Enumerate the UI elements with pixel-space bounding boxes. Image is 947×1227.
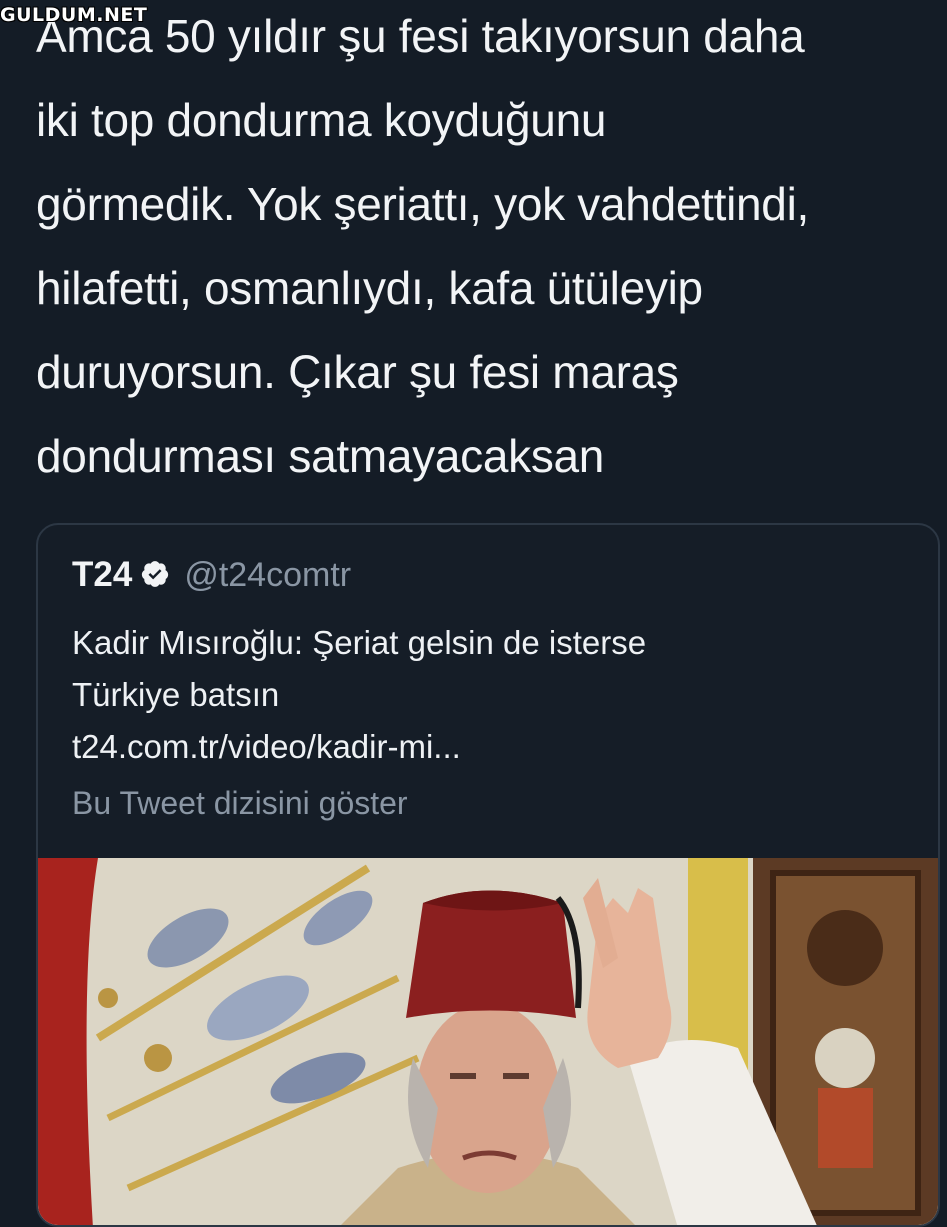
show-thread-link[interactable]: Bu Tweet dizisini göster: [72, 785, 408, 822]
quoted-link[interactable]: t24.com.tr/video/kadir-mi...: [72, 721, 912, 773]
quoted-tweet-text: Kadir Mısıroğlu: Şeriat gelsin de isters…: [72, 617, 912, 773]
tweet-text-line: duruyorsun. Çıkar şu fesi maraş: [36, 346, 679, 398]
quoted-account-handle[interactable]: @t24comtr: [184, 556, 351, 595]
tweet-text: Amca 50 yıldır şu fesi takıyorsun daha i…: [36, 0, 936, 498]
tweet-text-line: hilafetti, osmanlıydı, kafa ütüleyip: [36, 262, 703, 314]
face-shape: [416, 1003, 560, 1193]
quoted-text-line: Kadir Mısıroğlu: Şeriat gelsin de isters…: [72, 624, 647, 661]
tweet-text-line: Amca 50 yıldır şu fesi takıyorsun daha: [36, 10, 805, 62]
quoted-tweet-header: T24 @t24comtr: [72, 555, 351, 595]
verified-badge-icon: [140, 559, 170, 593]
tweet-text-line: görmedik. Yok şeriattı, yok vahdettindi,: [36, 178, 809, 230]
quoted-text-line: Türkiye batsın: [72, 676, 280, 713]
tweet-text-line: iki top dondurma koyduğunu: [36, 94, 607, 146]
quoted-tweet-card[interactable]: T24 @t24comtr Kadir Mısıroğlu: Şeriat ge…: [36, 523, 940, 1227]
video-thumbnail[interactable]: [38, 858, 938, 1225]
quoted-account-name[interactable]: T24: [72, 555, 132, 595]
site-watermark: GULDUM.NET: [0, 4, 148, 26]
tweet-text-line: dondurması satmayacaksan: [36, 430, 605, 482]
